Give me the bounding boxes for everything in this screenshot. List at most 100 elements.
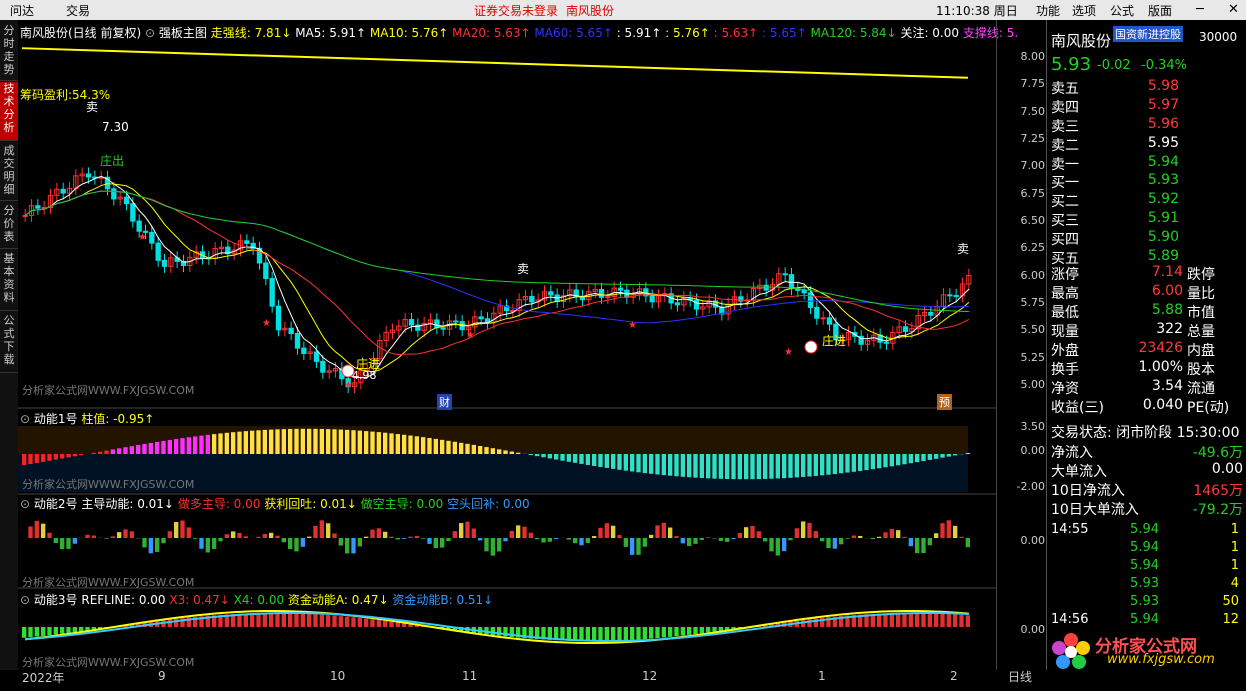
sub1-bar: [22, 454, 27, 466]
sub3-bar: [72, 627, 77, 633]
sub1-bar: [566, 454, 571, 462]
sub1-bar: [351, 430, 356, 454]
sub2-bar: [326, 523, 331, 538]
candle-body: [649, 295, 655, 303]
sub2-bar: [307, 536, 312, 538]
sub2-dropdown-icon[interactable]: ⊙: [20, 497, 30, 511]
sub3-bar: [383, 620, 388, 627]
candle-body: [807, 292, 814, 308]
period-label[interactable]: 日线: [1008, 668, 1032, 685]
tick-row[interactable]: 5.93 4: [1049, 576, 1243, 595]
quote-code: 30000: [1199, 30, 1238, 44]
indicator-dropdown-icon[interactable]: ⊙: [145, 26, 155, 40]
sub1-bar: [503, 450, 508, 454]
sub2-bar: [155, 538, 160, 552]
indicator-name[interactable]: 强板主图: [159, 26, 207, 40]
sub1-bar: [174, 439, 179, 454]
sub1-bar: [953, 454, 958, 456]
sub3-bar: [262, 613, 267, 627]
tab-fundamentals[interactable]: 基本资料: [0, 252, 18, 311]
sub2-bar: [807, 522, 812, 538]
candle-body: [693, 299, 700, 310]
tick-row[interactable]: 14:56 5.94 12: [1049, 612, 1243, 631]
sub3-dropdown-icon[interactable]: ⊙: [20, 593, 30, 607]
sub2-bar: [490, 538, 495, 556]
sub3-tick: 0.00: [1020, 623, 1046, 636]
sub3-bar: [370, 619, 375, 627]
logo: 分析家公式网 www.fxjgsw.com: [1051, 632, 1241, 670]
tab-technical[interactable]: 技术分析: [0, 82, 18, 141]
row-value: 5.88: [1151, 302, 1183, 318]
sub1-bar: [478, 445, 483, 454]
sub1-bar: [307, 428, 312, 454]
menu-trade[interactable]: 交易: [66, 2, 90, 19]
ma20-line: [24, 190, 970, 356]
sub3-legend-item: 资金动能A: 0.47↓: [287, 593, 393, 607]
candle-body: [801, 289, 807, 294]
sub2-bar: [535, 538, 540, 540]
sub2-bar: [592, 536, 597, 538]
sub2-bar: [642, 538, 647, 547]
quote-row: 卖二 5.95: [1049, 135, 1243, 154]
sub1-bar: [161, 440, 166, 454]
sub1-dropdown-icon[interactable]: ⊙: [20, 412, 30, 426]
sub3-name[interactable]: 动能3号: [34, 593, 78, 607]
sub3-bar: [326, 615, 331, 627]
menu-function[interactable]: 功能: [1036, 2, 1060, 19]
sub2-bar: [300, 538, 305, 547]
sub1-bar: [193, 436, 198, 454]
sub2-bar: [91, 535, 96, 538]
sub3-bar: [699, 627, 704, 634]
quote-row: 买二 5.92: [1049, 191, 1243, 210]
watermark-4: 分析家公式网WWW.FXJGSW.COM: [22, 656, 195, 669]
sub2-bar: [579, 538, 584, 546]
sub1-bar: [224, 432, 229, 454]
sub1-bar: [237, 431, 242, 454]
sub2-bar: [959, 536, 964, 538]
sub1-bar: [535, 454, 540, 457]
sub1-tick: 3.50: [1020, 420, 1046, 433]
quote-tag[interactable]: 国资新进控股: [1113, 26, 1183, 42]
tick-row[interactable]: 5.94 1: [1049, 540, 1243, 559]
star-icon: ★: [628, 320, 637, 331]
tick-price: 5.94: [1130, 522, 1159, 537]
tab-formula-download[interactable]: 公式下载: [0, 314, 18, 373]
sub1-bar: [750, 454, 755, 480]
sub3-legend-item: REFLINE: 0.00: [81, 593, 170, 607]
candle-body: [269, 278, 275, 307]
sub1-bar: [383, 432, 388, 454]
tab-intraday[interactable]: 分时走势: [0, 24, 18, 81]
tab-price-table[interactable]: 分价表: [0, 204, 18, 249]
tick-price: 5.93: [1130, 576, 1159, 591]
tick-row[interactable]: 14:55 5.94 1: [1049, 522, 1243, 541]
sub2-name[interactable]: 动能2号: [34, 497, 78, 511]
sub3-bar: [351, 617, 356, 627]
sub1-name[interactable]: 动能1号: [34, 412, 78, 426]
sub1-bar: [110, 449, 115, 454]
buy-marker-icon: [804, 340, 818, 354]
sub3-bar: [28, 627, 33, 638]
sub1-bar: [965, 453, 970, 454]
cai-marker[interactable]: 财: [437, 394, 452, 410]
menu-layout[interactable]: 版面: [1148, 2, 1172, 19]
sub2-bar: [402, 538, 407, 539]
tab-trades[interactable]: 成交明细: [0, 144, 18, 201]
flow-value: -49.6万: [1192, 445, 1243, 461]
sub2-bar: [630, 538, 635, 555]
candle-body: [263, 262, 269, 280]
sub2-bar: [883, 532, 888, 538]
trade-login-status[interactable]: 证券交易未登录: [474, 2, 558, 19]
sub3-bar: [649, 627, 654, 639]
sub2-bar: [148, 538, 153, 554]
minimize-icon[interactable]: ─: [1196, 2, 1204, 17]
yu-marker[interactable]: 预: [937, 394, 952, 410]
menu-formula[interactable]: 公式: [1110, 2, 1134, 19]
menu-options[interactable]: 选项: [1072, 2, 1096, 19]
tick-row[interactable]: 5.93 50: [1049, 594, 1243, 613]
sub2-bar: [389, 536, 394, 538]
menu-wenda[interactable]: 问达: [10, 2, 34, 19]
chart-area[interactable]: ★★★★★★: [18, 20, 996, 670]
close-icon[interactable]: ✕: [1228, 2, 1239, 17]
tick-row[interactable]: 5.94 1: [1049, 558, 1243, 577]
row-value: 5.94: [1147, 154, 1179, 170]
